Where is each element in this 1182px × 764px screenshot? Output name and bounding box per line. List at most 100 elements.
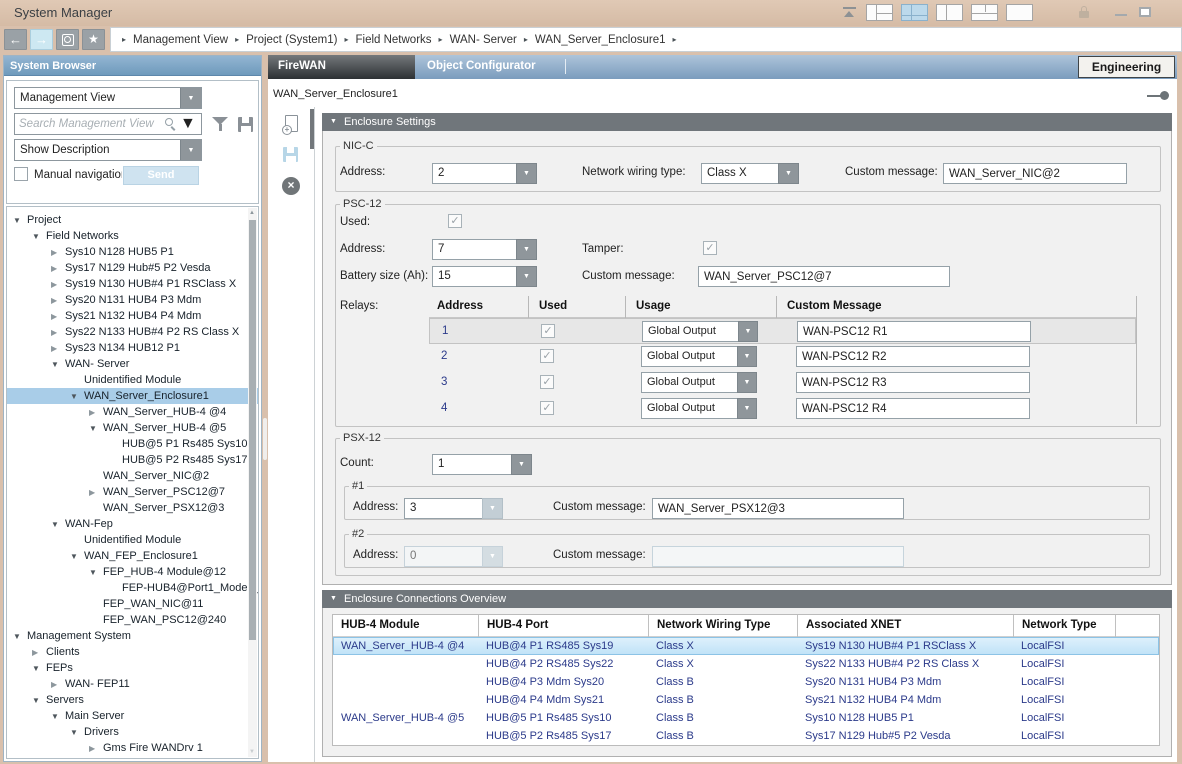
breadcrumb-item[interactable]: Field Networks [355,34,431,46]
favorites-button[interactable]: ★ [82,29,105,50]
tree-expanded-icon[interactable]: ▼ [51,360,65,369]
back-button[interactable]: ← [4,29,27,50]
tree-item[interactable]: FEP_WAN_PSC12@240 [7,612,258,628]
tree-item[interactable]: ▼Drivers [7,724,258,740]
tree-item[interactable]: ▶WAN_Server_PSC12@7 [7,484,258,500]
chevron-down-icon[interactable]: ▼ [737,346,757,367]
tree-item[interactable]: FEP_WAN_NIC@11 [7,596,258,612]
tree-item[interactable]: ▶Sys10 N128 HUB5 P1 [7,244,258,260]
relay-usage-dropdown[interactable]: Global Output▼ [641,372,757,393]
tree-item[interactable]: ▼Management System [7,628,258,644]
relay-usage-dropdown[interactable]: Global Output▼ [641,346,757,367]
chevron-down-icon[interactable]: ▼ [516,266,537,287]
tree-item[interactable]: ▼WAN_Server_Enclosure1 [7,388,258,404]
tree-collapsed-icon[interactable]: ▶ [89,488,103,497]
nic-address-dropdown[interactable]: 2 ▼ [432,163,537,184]
save-filter-icon[interactable] [238,117,253,132]
tree-item[interactable]: WAN_Server_PSX12@3 [7,500,258,516]
psc-battery-dropdown[interactable]: 15 ▼ [432,266,537,287]
search-box[interactable]: ▼ [14,113,202,135]
tree-expanded-icon[interactable]: ▼ [70,392,84,401]
tree-collapsed-icon[interactable]: ▶ [51,312,65,321]
filter-icon[interactable] [212,117,228,132]
layout-grid-button[interactable] [971,4,998,21]
section-collapse-icon[interactable]: ▼ [330,595,337,602]
tree-expanded-icon[interactable]: ▼ [51,520,65,529]
tree-item[interactable]: ▶Sys23 N134 HUB12 P1 [7,340,258,356]
connections-overview-header[interactable]: ▼ Enclosure Connections Overview [322,590,1172,608]
chevron-down-icon[interactable]: ▼ [737,372,757,393]
tree-collapsed-icon[interactable]: ▶ [89,408,103,417]
tree-expanded-icon[interactable]: ▼ [51,712,65,721]
layout-left-bottom-button[interactable] [901,4,928,21]
relay-usage-dropdown[interactable]: Global Output▼ [641,398,757,419]
tree-scrollbar[interactable]: ▲ ▼ [248,208,257,757]
tree-collapsed-icon[interactable]: ▶ [89,744,103,753]
tree-scrollbar-thumb[interactable] [249,220,256,640]
tree-item[interactable]: ▼Servers [7,692,258,708]
tree-item[interactable]: ▶WAN- FEP11 [7,676,258,692]
tree-collapsed-icon[interactable]: ▶ [51,280,65,289]
psc-address-dropdown[interactable]: 7 ▼ [432,239,537,260]
tree-item[interactable]: HUB@5 P2 Rs485 Sys17 [7,452,258,468]
breadcrumb-item[interactable]: Project (System1) [246,34,337,46]
tree-expanded-icon[interactable]: ▼ [70,728,84,737]
enclosure-settings-header[interactable]: ▼ Enclosure Settings [322,113,1172,131]
tab-object-configurator[interactable]: Object Configurator [415,55,563,79]
chevron-down-icon[interactable]: ▼ [778,163,799,184]
tree-item[interactable]: Unidentified Module [7,532,258,548]
forward-button[interactable]: → [30,29,53,50]
tree-expanded-icon[interactable]: ▼ [89,424,103,433]
tree-item[interactable]: ▶Sys21 N132 HUB4 P4 Mdm [7,308,258,324]
new-document-icon[interactable]: + [282,115,300,135]
layout-left-right-split-button[interactable] [866,4,893,21]
chevron-down-icon[interactable]: ▼ [516,163,537,184]
splitter-handle[interactable] [263,418,267,460]
tree-collapsed-icon[interactable]: ▶ [51,344,65,353]
tree-expanded-icon[interactable]: ▼ [13,216,27,225]
chevron-down-icon[interactable]: ▼ [516,239,537,260]
connection-row[interactable]: WAN_Server_HUB-4 @4HUB@4 P1 RS485 Sys19C… [333,637,1159,655]
nic-wiring-dropdown[interactable]: Class X ▼ [701,163,799,184]
engineering-mode-button[interactable]: Engineering [1078,56,1175,78]
breadcrumb-item[interactable]: WAN_Server_Enclosure1 [535,34,666,46]
connection-row[interactable]: HUB@4 P2 RS485 Sys22Class XSys22 N133 HU… [333,655,1159,673]
tree-item[interactable]: ▶Gms Fire WANDrv 1 [7,740,258,756]
chevron-down-icon[interactable]: ▼ [511,454,532,475]
layout-left-pane-button[interactable] [936,4,963,21]
psx-count-dropdown[interactable]: 1 ▼ [432,454,532,475]
send-button[interactable]: Send [123,166,199,185]
relay-message-input[interactable] [796,346,1030,367]
search-input[interactable] [15,114,162,134]
connection-row[interactable]: HUB@4 P4 Mdm Sys21Class BSys21 N132 HUB4… [333,691,1159,709]
tree-expanded-icon[interactable]: ▼ [89,568,103,577]
breadcrumb-item[interactable]: Management View [133,34,228,46]
tree-item[interactable]: FEP-HUB4@Port1_Modem_ [7,580,258,596]
tree-item[interactable]: ▼FEP_HUB-4 Module@12 [7,564,258,580]
chevron-down-icon[interactable]: ▼ [180,140,201,160]
tree-collapsed-icon[interactable]: ▶ [51,296,65,305]
relay-message-input[interactable] [796,372,1030,393]
psx1-custom-message-input[interactable] [652,498,904,519]
pin-icon[interactable] [1147,91,1169,100]
tree-collapsed-icon[interactable]: ▶ [51,328,65,337]
maximize-button[interactable] [1139,7,1151,17]
tree-item[interactable]: WAN_Server_NIC@2 [7,468,258,484]
relay-row[interactable]: 1✓Global Output▼ [429,318,1136,344]
scroll-down-icon[interactable]: ▼ [249,749,255,755]
tree-item[interactable]: ▼WAN_FEP_Enclosure1 [7,548,258,564]
tree-collapsed-icon[interactable]: ▶ [51,264,65,273]
minimize-button[interactable] [1115,14,1127,16]
chevron-down-icon[interactable]: ▼ [738,321,758,342]
tree-expanded-icon[interactable]: ▼ [70,552,84,561]
tree-item[interactable]: ▶Clients [7,644,258,660]
psx1-address-dropdown[interactable]: 3 ▼ [404,498,503,519]
tree-expanded-icon[interactable]: ▼ [32,696,46,705]
tree-item[interactable]: ▶Sys20 N131 HUB4 P3 Mdm [7,292,258,308]
tree-item[interactable]: ▼Main Server [7,708,258,724]
tree-expanded-icon[interactable]: ▼ [32,232,46,241]
relay-row[interactable]: 3✓Global Output▼ [429,370,1136,396]
tree-item[interactable]: ▼WAN- Server [7,356,258,372]
nic-custom-message-input[interactable] [943,163,1127,184]
collapse-toolbar-icon[interactable] [843,7,856,17]
